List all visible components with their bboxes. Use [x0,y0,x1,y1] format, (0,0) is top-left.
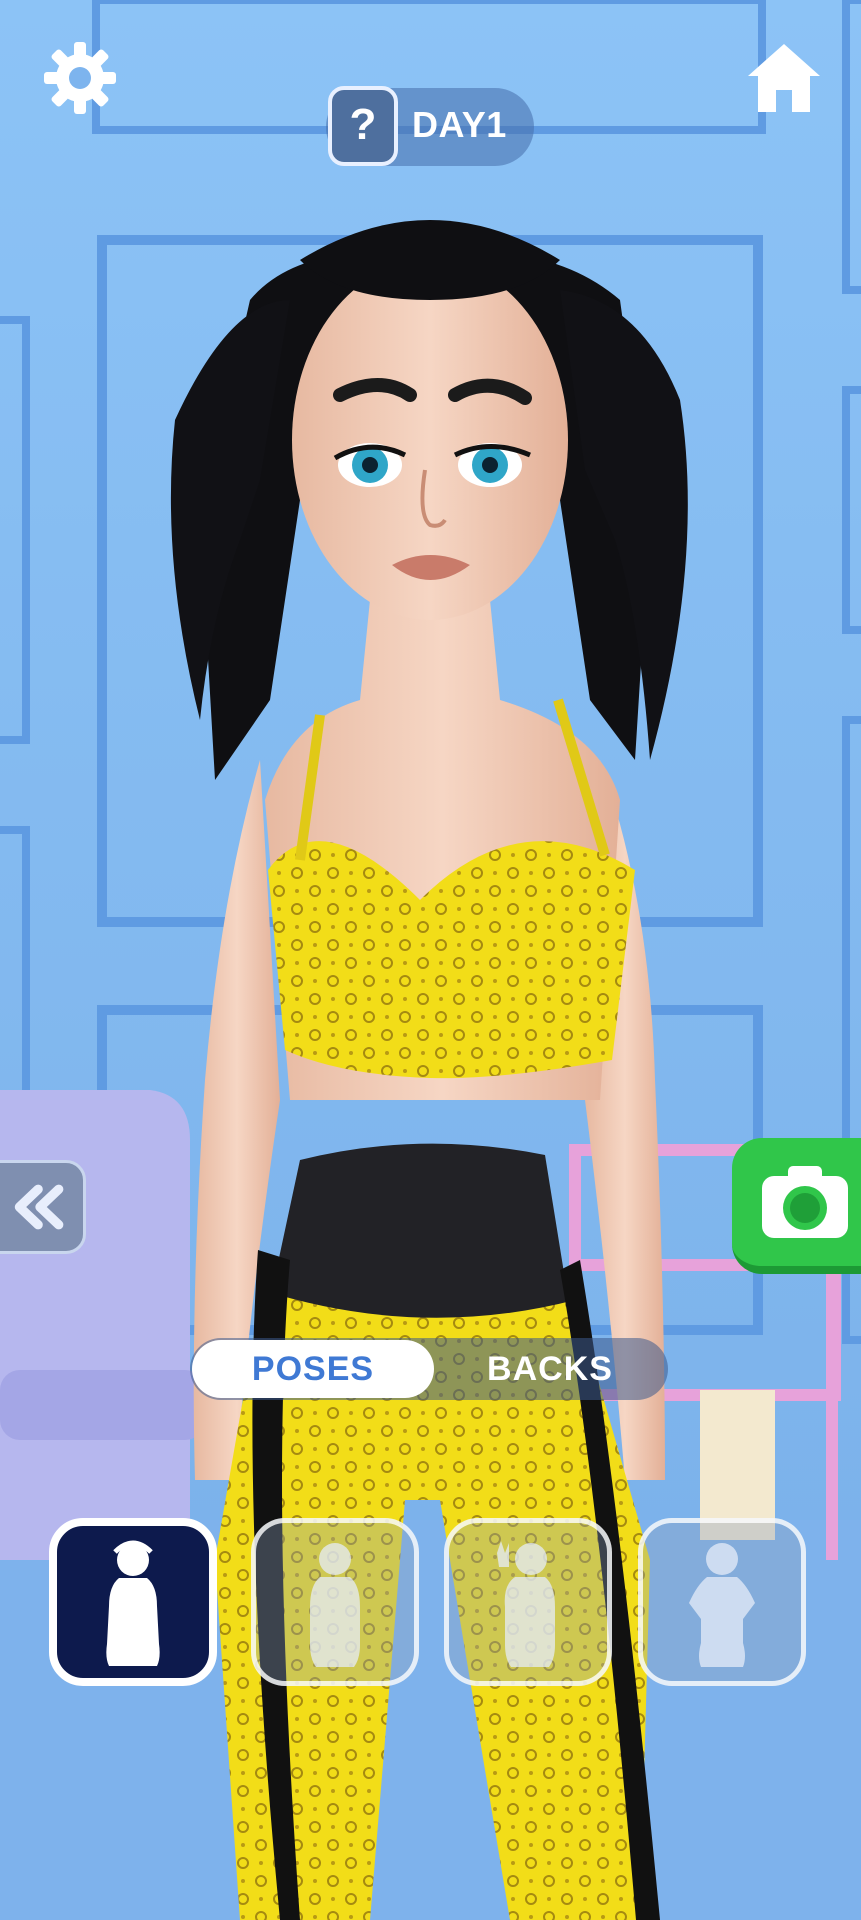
settings-button[interactable] [42,40,118,116]
pose-card-hands-on-hips[interactable] [638,1518,806,1686]
pose-standing-icon [106,1540,160,1666]
home-icon [748,44,820,112]
pose-card-peace-sign[interactable] [444,1518,612,1686]
day-label: DAY1 [412,104,507,145]
collapse-panel-button[interactable] [0,1160,86,1254]
pose-hands-behind-icon [310,1543,360,1667]
pose-card-standing[interactable] [49,1518,217,1686]
help-button[interactable]: ? [328,86,398,166]
gear-icon [44,42,116,114]
crop-top [268,841,635,1079]
camera-button[interactable] [732,1138,861,1274]
pose-hands-on-hips-icon [689,1543,755,1667]
waistband [270,1143,570,1323]
pose-card-hands-behind[interactable] [251,1518,419,1686]
home-button[interactable] [744,38,824,118]
tab-backs[interactable]: BACKS [470,1340,630,1398]
camera-icon [762,1166,848,1238]
double-chevron-left-icon [14,1184,64,1230]
tab-poses[interactable]: POSES [192,1340,434,1398]
pose-peace-sign-icon [497,1541,555,1667]
